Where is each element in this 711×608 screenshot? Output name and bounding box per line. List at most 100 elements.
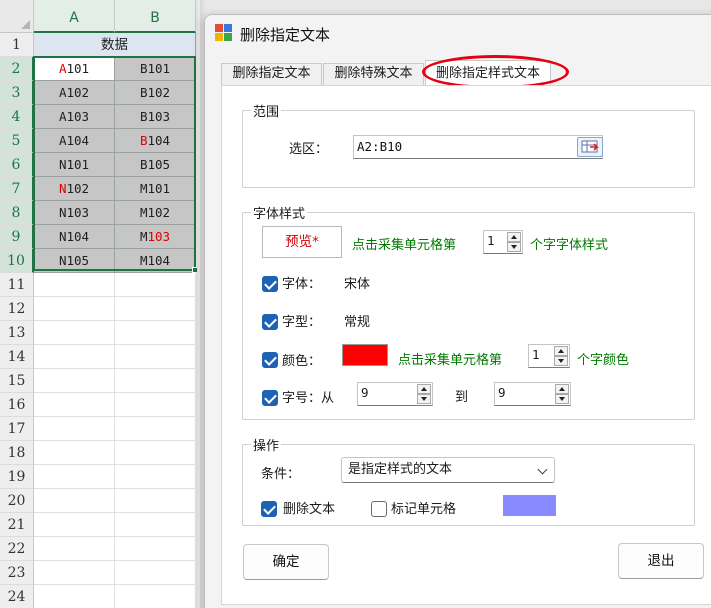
select-all-corner[interactable] — [0, 0, 34, 33]
empty-cell[interactable] — [115, 489, 196, 513]
header-cell[interactable]: 数据 — [34, 33, 196, 57]
empty-cell[interactable] — [115, 417, 196, 441]
mark-cell-color-swatch[interactable] — [503, 495, 556, 516]
font-color-checkbox[interactable] — [262, 352, 278, 368]
font-name-checkbox[interactable] — [262, 276, 278, 292]
data-cell[interactable]: N103 — [34, 201, 115, 225]
spin-down-icon[interactable] — [507, 242, 521, 252]
style-char-index-spinner[interactable]: 1 — [483, 230, 523, 254]
data-cell[interactable]: A101 — [34, 57, 115, 81]
data-cell[interactable]: B104 — [115, 129, 196, 153]
row-header[interactable]: 15 — [0, 369, 34, 393]
row-header[interactable]: 16 — [0, 393, 34, 417]
data-cell[interactable]: B102 — [115, 81, 196, 105]
spin-down-icon[interactable] — [417, 394, 431, 404]
font-size-from-spinner[interactable]: 9 — [357, 382, 433, 406]
empty-cell[interactable] — [34, 465, 115, 489]
empty-cell[interactable] — [115, 393, 196, 417]
spin-up-icon[interactable] — [507, 232, 521, 242]
data-cell[interactable]: N104 — [34, 225, 115, 249]
row-header[interactable]: 5 — [0, 129, 34, 153]
delete-text-checkbox[interactable] — [261, 501, 277, 517]
row-header[interactable]: 23 — [0, 561, 34, 585]
empty-cell[interactable] — [34, 297, 115, 321]
empty-cell[interactable] — [34, 489, 115, 513]
row-header[interactable]: 2 — [0, 57, 34, 81]
row-header[interactable]: 22 — [0, 537, 34, 561]
empty-cell[interactable] — [115, 561, 196, 585]
empty-cell[interactable] — [34, 369, 115, 393]
collect-color-link[interactable]: 点击采集单元格第 — [398, 349, 502, 368]
row-header[interactable]: 19 — [0, 465, 34, 489]
empty-cell[interactable] — [115, 297, 196, 321]
tab-delete-special-text[interactable]: 删除特殊文本 — [323, 63, 424, 85]
row-header[interactable]: 14 — [0, 345, 34, 369]
empty-cell[interactable] — [34, 417, 115, 441]
tab-delete-specified-text[interactable]: 删除指定文本 — [221, 63, 322, 85]
data-cell[interactable]: N105 — [34, 249, 115, 273]
empty-cell[interactable] — [115, 321, 196, 345]
spin-up-icon[interactable] — [417, 384, 431, 394]
tab-delete-styled-text[interactable]: 删除指定样式文本 — [425, 60, 551, 85]
data-cell[interactable]: M102 — [115, 201, 196, 225]
empty-cell[interactable] — [34, 273, 115, 297]
data-cell[interactable]: N102 — [34, 177, 115, 201]
data-cell[interactable]: B101 — [115, 57, 196, 81]
data-cell[interactable]: M104 — [115, 249, 196, 273]
column-header-a[interactable]: A — [34, 0, 115, 33]
empty-cell[interactable] — [34, 441, 115, 465]
row-header[interactable]: 4 — [0, 105, 34, 129]
data-cell[interactable]: A102 — [34, 81, 115, 105]
data-cell[interactable]: A104 — [34, 129, 115, 153]
empty-cell[interactable] — [34, 321, 115, 345]
empty-cell[interactable] — [115, 441, 196, 465]
font-style-checkbox[interactable] — [262, 314, 278, 330]
empty-cell[interactable] — [34, 561, 115, 585]
spin-down-icon[interactable] — [554, 356, 568, 366]
row-header[interactable]: 18 — [0, 441, 34, 465]
range-select-button[interactable] — [577, 137, 603, 157]
collect-style-link[interactable]: 点击采集单元格第 — [352, 234, 456, 253]
dialog-titlebar[interactable]: 删除指定文本 — [205, 15, 711, 53]
row-header[interactable]: 3 — [0, 81, 34, 105]
spin-down-icon[interactable] — [555, 394, 569, 404]
data-cell[interactable]: M103 — [115, 225, 196, 249]
empty-cell[interactable] — [115, 585, 196, 608]
empty-cell[interactable] — [34, 393, 115, 417]
data-cell[interactable]: N101 — [34, 153, 115, 177]
font-color-swatch[interactable] — [342, 344, 388, 366]
empty-cell[interactable] — [115, 537, 196, 561]
empty-cell[interactable] — [34, 585, 115, 608]
empty-cell[interactable] — [115, 273, 196, 297]
ok-button[interactable]: 确定 — [243, 544, 329, 580]
empty-cell[interactable] — [34, 513, 115, 537]
data-cell[interactable]: B103 — [115, 105, 196, 129]
row-header[interactable]: 9 — [0, 225, 34, 249]
data-cell[interactable]: A103 — [34, 105, 115, 129]
row-header[interactable]: 11 — [0, 273, 34, 297]
style-preview-box[interactable]: 预览* — [262, 226, 342, 258]
row-header[interactable]: 24 — [0, 585, 34, 608]
mark-cell-checkbox[interactable] — [371, 501, 387, 517]
font-size-checkbox[interactable] — [262, 390, 278, 406]
row-header[interactable]: 13 — [0, 321, 34, 345]
data-cell[interactable]: B105 — [115, 153, 196, 177]
spin-up-icon[interactable] — [555, 384, 569, 394]
color-char-index-spinner[interactable]: 1 — [528, 344, 570, 368]
empty-cell[interactable] — [115, 465, 196, 489]
data-cell[interactable]: M101 — [115, 177, 196, 201]
row-header[interactable]: 10 — [0, 249, 34, 273]
row-header[interactable]: 8 — [0, 201, 34, 225]
range-input[interactable]: A2:B10 — [353, 135, 603, 159]
empty-cell[interactable] — [115, 369, 196, 393]
empty-cell[interactable] — [115, 513, 196, 537]
exit-button[interactable]: 退出 — [618, 543, 704, 579]
font-size-to-spinner[interactable]: 9 — [494, 382, 571, 406]
row-header[interactable]: 12 — [0, 297, 34, 321]
empty-cell[interactable] — [115, 345, 196, 369]
row-header[interactable]: 7 — [0, 177, 34, 201]
column-header-b[interactable]: B — [115, 0, 196, 33]
row-header[interactable]: 20 — [0, 489, 34, 513]
row-header[interactable]: 17 — [0, 417, 34, 441]
spin-up-icon[interactable] — [554, 346, 568, 356]
